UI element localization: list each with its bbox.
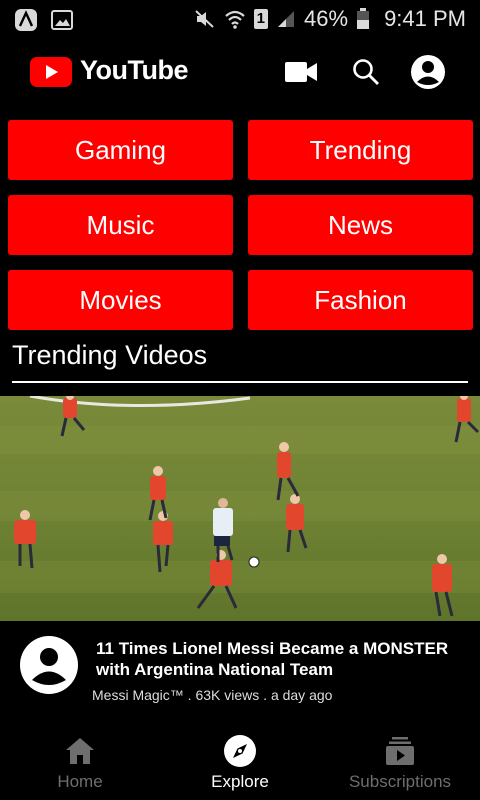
nav-subscriptions[interactable]: Subscriptions (320, 728, 480, 800)
battery-percent: 46% (304, 6, 349, 31)
nav-explore-label: Explore (211, 772, 269, 791)
sim-badge: 1 (253, 9, 269, 29)
soccer-field-image (0, 396, 480, 621)
video-title[interactable]: 11 Times Lionel Messi Became a MONSTER w… (96, 638, 466, 680)
nav-explore[interactable]: Explore (160, 728, 320, 800)
upload-video-button[interactable] (283, 54, 319, 90)
category-music-button[interactable]: Music (8, 195, 233, 255)
video-camera-icon (285, 62, 317, 82)
mute-icon (194, 10, 214, 28)
youtube-logo-icon[interactable] (30, 57, 72, 87)
channel-avatar-icon[interactable] (20, 636, 78, 694)
video-thumbnail[interactable] (0, 396, 480, 621)
image-notification-icon (51, 10, 73, 30)
app-header: YouTube (0, 40, 480, 104)
search-icon (353, 59, 379, 85)
category-trending-button[interactable]: Trending (248, 120, 473, 180)
battery-icon (357, 8, 370, 29)
nav-home[interactable]: Home (0, 728, 160, 800)
category-fashion-button[interactable]: Fashion (248, 270, 473, 330)
search-button[interactable] (348, 54, 384, 90)
category-movies-button[interactable]: Movies (8, 270, 233, 330)
status-bar: 1 46% 9:41 PM (0, 0, 480, 40)
category-news-button[interactable]: News (248, 195, 473, 255)
nav-home-label: Home (57, 772, 103, 791)
subscriptions-icon (386, 737, 414, 765)
home-icon (66, 738, 94, 764)
signal-icon (278, 11, 295, 27)
section-divider (12, 381, 468, 383)
nav-subscriptions-label: Subscriptions (348, 772, 452, 791)
wifi-icon (224, 10, 245, 29)
video-meta: Messi Magic™ . 63K views . a day ago (92, 687, 333, 703)
bottom-navigation: Home Explore Subscriptions (0, 728, 480, 800)
category-gaming-button[interactable]: Gaming (8, 120, 233, 180)
section-title: Trending Videos (12, 340, 208, 370)
account-circle-icon (411, 55, 445, 89)
app-title: YouTube (80, 55, 188, 85)
app-notification-icon (15, 9, 37, 31)
account-button[interactable] (410, 54, 446, 90)
compass-icon (224, 735, 256, 767)
clock: 9:41 PM (384, 6, 466, 31)
